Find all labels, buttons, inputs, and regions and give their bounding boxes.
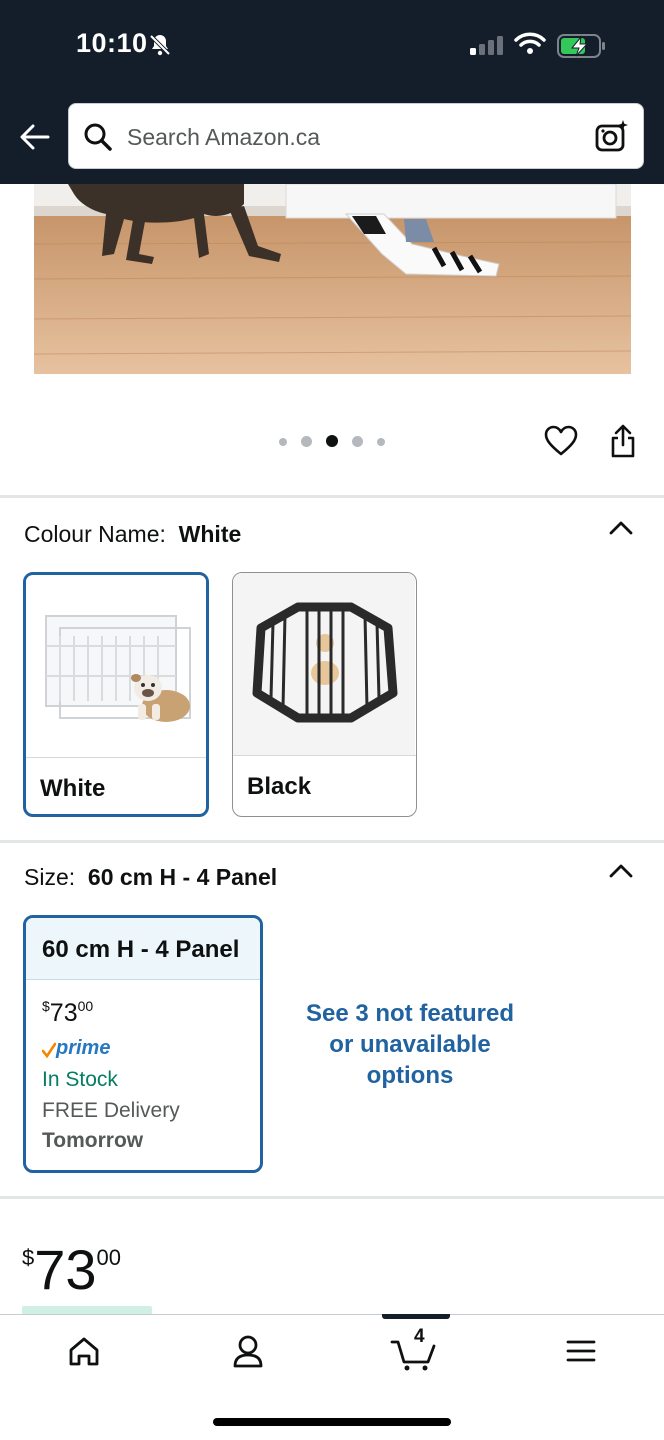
price-cents: 00 xyxy=(77,998,94,1014)
carousel-dot-active[interactable] xyxy=(326,435,338,447)
stock-status: In Stock xyxy=(42,1068,118,1091)
divider xyxy=(0,495,664,498)
see-more-line: or unavailable xyxy=(329,1031,491,1058)
black-pen-thumbnail xyxy=(233,573,415,755)
share-icon[interactable] xyxy=(608,423,638,459)
price-whole: 73 xyxy=(49,999,78,1027)
see-more-options-link[interactable]: See 3 not featured or unavailable option… xyxy=(290,998,530,1091)
main-price: $7300 xyxy=(22,1228,121,1300)
main-price-whole: 73 xyxy=(34,1238,97,1301)
colour-label-text: Colour Name: xyxy=(24,521,166,547)
divider xyxy=(0,840,664,843)
colour-option-label: White xyxy=(40,775,106,802)
product-photo xyxy=(34,184,631,374)
carousel-dot[interactable] xyxy=(301,436,312,447)
battery-charging-icon xyxy=(557,34,605,58)
size-label-text: Size: xyxy=(24,864,76,890)
cart-count-badge: 4 xyxy=(414,1326,425,1347)
size-selected-value: 60 cm H - 4 Panel xyxy=(87,864,278,890)
divider xyxy=(0,1196,664,1199)
swatch-divider xyxy=(26,757,206,758)
status-time: 10:10 xyxy=(76,28,148,58)
signal-icon xyxy=(470,36,503,55)
colour-label: Colour Name: White xyxy=(24,521,241,548)
search-icon[interactable] xyxy=(83,122,113,152)
carousel-dot[interactable] xyxy=(352,436,363,447)
menu-icon[interactable] xyxy=(550,1330,610,1374)
top-bar: 10:10 xyxy=(0,0,664,184)
account-icon[interactable] xyxy=(218,1330,278,1374)
prime-text: prime xyxy=(56,1037,111,1059)
swatch-divider xyxy=(233,755,416,756)
size-option-header: 60 cm H - 4 Panel xyxy=(26,918,260,980)
colour-option-white[interactable]: White xyxy=(23,572,209,817)
size-label: Size: 60 cm H - 4 Panel xyxy=(24,864,277,891)
search-bar[interactable] xyxy=(68,103,644,169)
colour-selected-value: White xyxy=(178,521,242,547)
collapse-chevron-icon[interactable] xyxy=(608,861,634,879)
colour-option-black[interactable]: Black xyxy=(232,572,417,817)
muted-bell-icon xyxy=(149,34,171,56)
main-price-cents: 00 xyxy=(96,1245,122,1270)
main-price-currency: $ xyxy=(22,1245,35,1270)
size-option-price: $7300 xyxy=(42,998,93,1028)
product-image[interactable] xyxy=(34,184,631,374)
carousel-dot[interactable] xyxy=(377,438,385,446)
colour-option-label: Black xyxy=(247,773,312,800)
delivery-day: Tomorrow xyxy=(42,1129,144,1152)
home-indicator[interactable] xyxy=(213,1418,451,1426)
back-arrow-icon[interactable] xyxy=(18,120,52,154)
prime-check-icon xyxy=(42,1042,56,1059)
camera-search-icon[interactable] xyxy=(595,119,629,153)
see-more-line: options xyxy=(366,1062,454,1089)
home-icon[interactable] xyxy=(54,1330,114,1374)
wishlist-heart-icon[interactable] xyxy=(544,425,578,457)
search-input[interactable] xyxy=(127,118,567,156)
size-option-card[interactable]: 60 cm H - 4 Panel $7300 prime In Stock F… xyxy=(23,915,263,1173)
carousel-dot[interactable] xyxy=(279,438,287,446)
size-option-title: 60 cm H - 4 Panel xyxy=(42,936,240,963)
collapse-chevron-icon[interactable] xyxy=(608,518,634,536)
white-pen-thumbnail xyxy=(26,576,206,756)
wifi-icon xyxy=(514,32,546,54)
see-more-line: See 3 not featured xyxy=(305,1000,515,1027)
delivery-text: FREE Delivery xyxy=(42,1099,180,1122)
active-tab-indicator xyxy=(382,1314,450,1319)
price-currency: $ xyxy=(42,998,50,1014)
